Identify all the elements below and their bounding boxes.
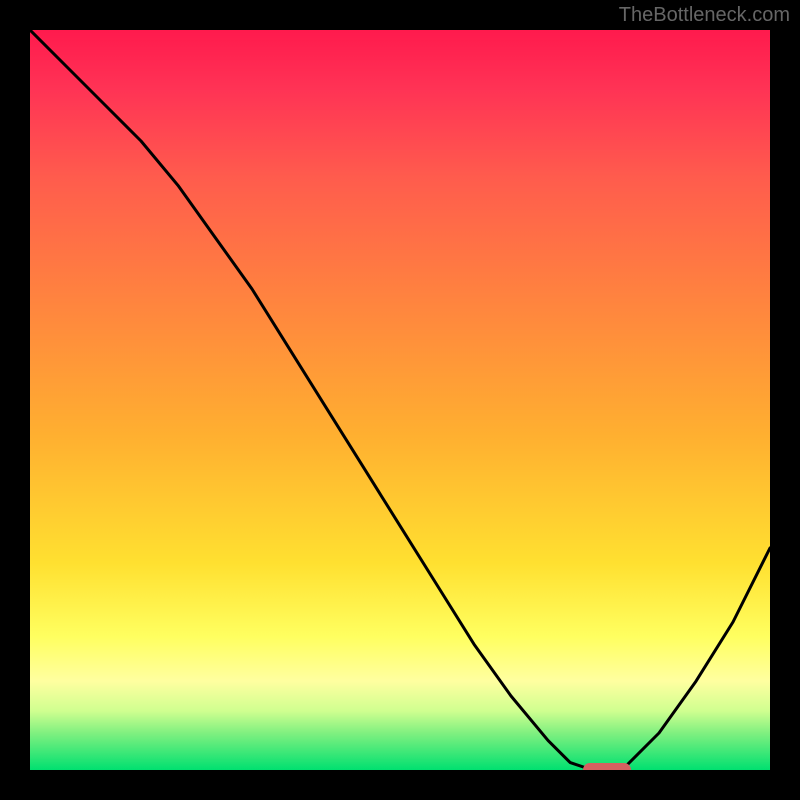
chart-curve-svg: [30, 30, 770, 770]
chart-plot-area: [30, 30, 770, 770]
watermark-text: TheBottleneck.com: [619, 4, 790, 27]
bottleneck-curve: [30, 30, 770, 770]
optimal-marker: [583, 763, 631, 770]
